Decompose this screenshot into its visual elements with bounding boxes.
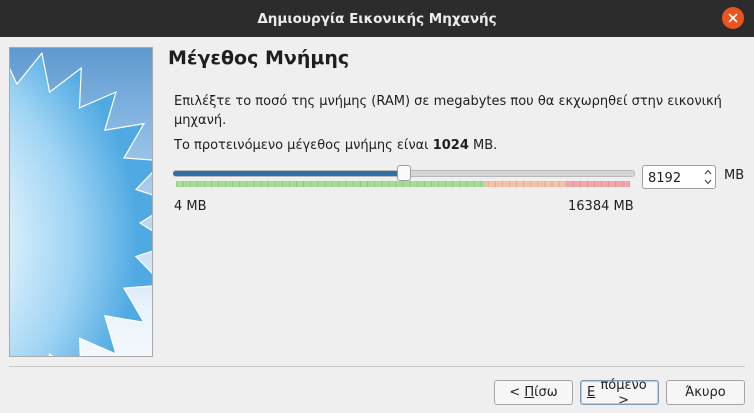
memory-slider[interactable] bbox=[173, 164, 635, 194]
increment-button[interactable] bbox=[703, 167, 713, 177]
next-label-rest: πόμενο > bbox=[600, 377, 647, 408]
recommended-value: 1024 bbox=[432, 138, 469, 153]
back-mnemonic-arrow: < bbox=[509, 385, 521, 400]
slider-max-label: 16384 MB bbox=[568, 199, 634, 214]
back-button[interactable]: < Πίσω bbox=[494, 380, 573, 405]
recommended-prefix: Το προτεινόμενο μέγεθος μνήμης είναι bbox=[174, 138, 433, 153]
close-icon bbox=[728, 13, 738, 23]
next-button[interactable]: Επόμενο > bbox=[580, 377, 659, 408]
cancel-button[interactable]: Άκυρο bbox=[666, 380, 745, 405]
chevron-down-icon bbox=[704, 179, 712, 185]
page-title: Μέγεθος Μνήμης bbox=[168, 47, 350, 69]
recommended-suffix: MB. bbox=[468, 138, 498, 153]
slider-ticks bbox=[176, 181, 630, 187]
dialog-window: Δημιουργία Εικονικής Μηχανής Μέγεθος Μνή… bbox=[0, 0, 754, 413]
memory-unit-label: MB bbox=[724, 168, 745, 183]
slider-fill bbox=[173, 171, 403, 176]
wizard-illustration bbox=[9, 47, 153, 357]
memory-spinbox[interactable] bbox=[642, 165, 716, 189]
title-bar[interactable]: Δημιουργία Εικονικής Μηχανής bbox=[0, 0, 754, 37]
next-mnemonic-letter: Ε bbox=[587, 385, 596, 400]
decrement-button[interactable] bbox=[703, 177, 713, 187]
starburst-graphic bbox=[10, 51, 152, 356]
memory-input[interactable] bbox=[646, 168, 702, 188]
close-button[interactable] bbox=[722, 7, 744, 29]
slider-min-label: 4 MB bbox=[174, 199, 207, 214]
back-mnemonic-letter: Π bbox=[524, 385, 535, 400]
window-title: Δημιουργία Εικονικής Μηχανής bbox=[257, 10, 497, 27]
separator bbox=[9, 366, 745, 367]
description-text: Επιλέξτε το ποσό της μνήμης (RAM) σε meg… bbox=[174, 94, 722, 128]
back-label-rest: ίσω bbox=[534, 385, 558, 400]
recommended-memory-text: Το προτεινόμενο μέγεθος μνήμης είναι 102… bbox=[174, 138, 497, 153]
slider-handle[interactable] bbox=[397, 165, 411, 181]
chevron-up-icon bbox=[704, 169, 712, 175]
